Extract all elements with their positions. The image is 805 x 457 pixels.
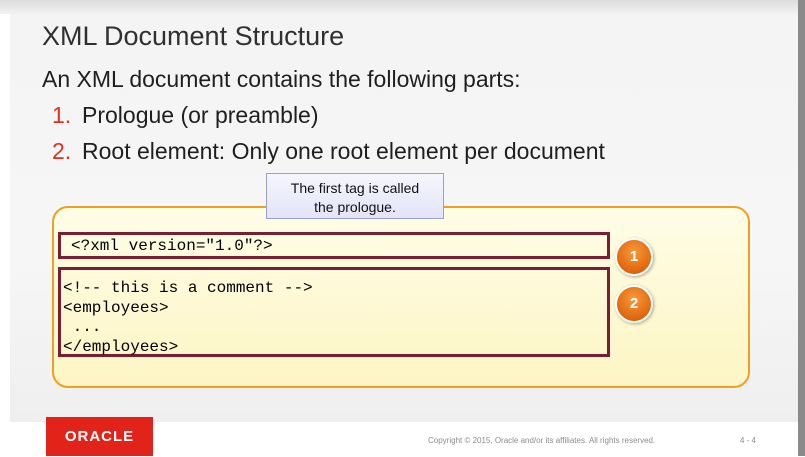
code-line: <?xml version="1.0"?> xyxy=(71,237,273,255)
list-item-root-element: 2. Root element: Only one root element pe… xyxy=(52,138,605,165)
copyright-text: Copyright © 2015, Oracle and/or its affi… xyxy=(428,436,656,445)
code-line: <!-- this is a comment --> xyxy=(63,279,313,297)
prologue-code-box: <?xml version="1.0"?> xyxy=(58,232,610,259)
step-badge-2: 2 xyxy=(615,285,653,323)
list-text: Root element: Only one root element per … xyxy=(82,138,605,164)
list-item-prologue: 1. Prologue (or preamble) xyxy=(52,102,319,129)
list-number: 1. xyxy=(52,102,72,128)
page-number: 4 - 4 xyxy=(740,436,757,445)
step-badge-1: 1 xyxy=(615,238,653,276)
oracle-logo: ORACLE xyxy=(46,417,153,456)
root-element-code-box: <!-- this is a comment --> <employees> .… xyxy=(58,267,610,357)
slide-top-bar xyxy=(0,0,805,14)
prologue-callout: The first tag is called the prologue. xyxy=(266,173,444,219)
code-line: <employees> xyxy=(63,298,169,317)
slide: XML Document Structure An XML document c… xyxy=(0,0,805,456)
slide-subtitle: An XML document contains the following p… xyxy=(42,66,521,92)
callout-line: the prologue. xyxy=(314,199,396,215)
code-line: </employees> xyxy=(63,337,179,356)
code-line: ... xyxy=(63,318,102,336)
slide-title: XML Document Structure xyxy=(42,21,345,51)
list-number: 2. xyxy=(52,138,72,164)
list-text: Prologue (or preamble) xyxy=(82,102,319,128)
window-right-edge xyxy=(798,0,805,456)
callout-line: The first tag is called xyxy=(290,180,420,196)
